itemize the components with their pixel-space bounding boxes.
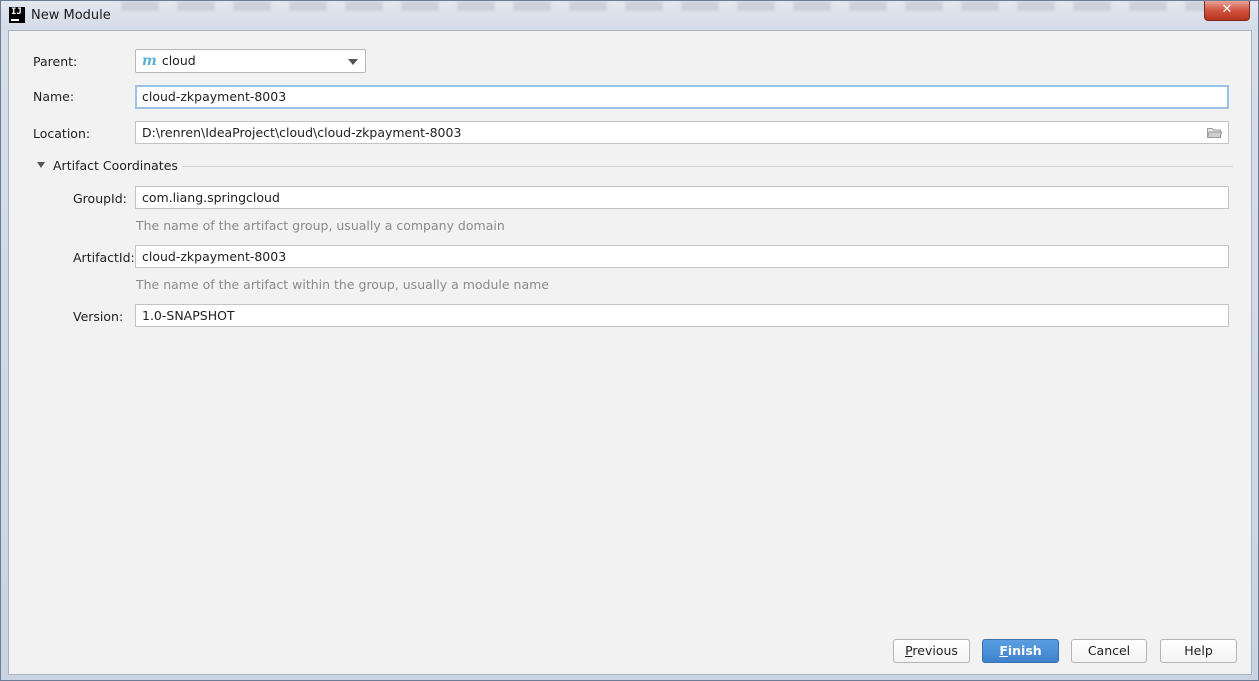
folder-icon[interactable]	[1207, 127, 1222, 138]
previous-button[interactable]: Previous	[893, 639, 970, 663]
section-title: Artifact Coordinates	[53, 158, 178, 173]
artifactid-label: ArtifactId:	[73, 250, 135, 265]
window-title: New Module	[31, 8, 111, 23]
background-window-ghost	[121, 1, 1218, 11]
groupid-input[interactable]: com.liang.springcloud	[135, 186, 1229, 209]
dialog-content: Parent: m cloud Name: cloud-zkpayment-800…	[8, 30, 1252, 675]
chevron-down-icon[interactable]	[348, 59, 358, 65]
groupid-label: GroupId:	[73, 191, 127, 206]
close-button[interactable]: ✕	[1204, 1, 1250, 21]
location-label: Location:	[33, 126, 91, 141]
artifactid-hint: The name of the artifact within the grou…	[136, 277, 549, 292]
name-label: Name:	[33, 89, 75, 104]
artifact-coordinates-section[interactable]: Artifact Coordinates	[35, 158, 1233, 174]
location-value: D:\renren\IdeaProject\cloud\cloud-zkpaym…	[142, 125, 462, 140]
location-input[interactable]: D:\renren\IdeaProject\cloud\cloud-zkpaym…	[135, 121, 1229, 144]
maven-m-icon: m	[142, 53, 157, 69]
cancel-button[interactable]: Cancel	[1071, 639, 1147, 663]
version-label: Version:	[73, 309, 124, 324]
new-module-dialog: IJ New Module ✕ Parent: m cloud Name: clo…	[0, 0, 1259, 681]
collapse-triangle-icon[interactable]	[37, 162, 45, 168]
parent-label: Parent:	[33, 54, 78, 69]
parent-value: cloud	[161, 53, 196, 68]
name-input[interactable]: cloud-zkpayment-8003	[135, 85, 1229, 109]
title-bar: IJ New Module ✕	[1, 1, 1258, 30]
help-button[interactable]: Help	[1160, 639, 1237, 663]
parent-select[interactable]: m cloud	[135, 49, 366, 73]
intellij-app-icon: IJ	[9, 7, 25, 23]
section-divider	[183, 166, 1233, 167]
version-input[interactable]: 1.0-SNAPSHOT	[135, 304, 1229, 327]
finish-button[interactable]: Finish	[982, 639, 1059, 663]
artifactid-input[interactable]: cloud-zkpayment-8003	[135, 245, 1229, 268]
groupid-hint: The name of the artifact group, usually …	[136, 218, 505, 233]
